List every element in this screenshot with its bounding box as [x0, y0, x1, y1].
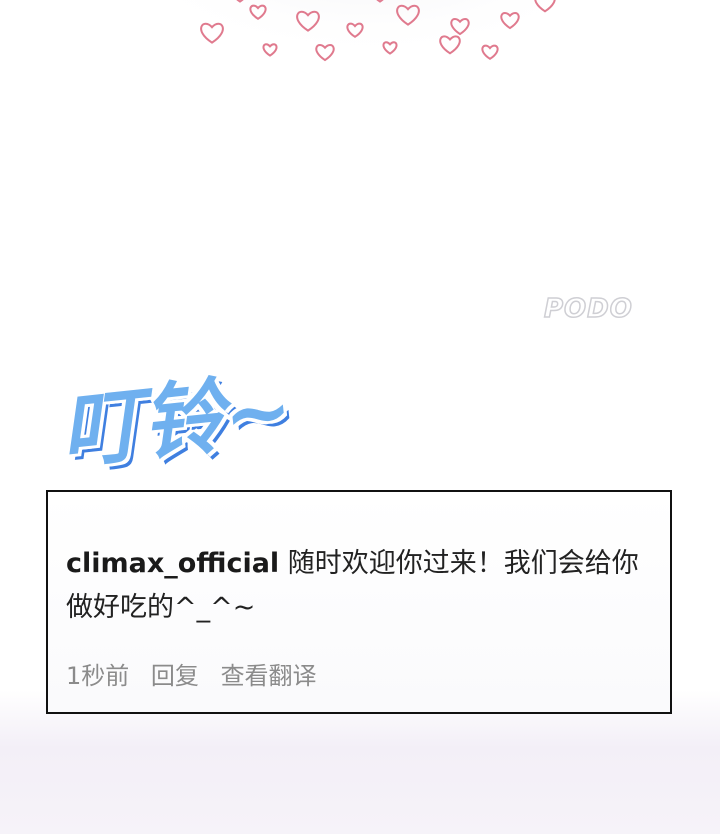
reply-button[interactable]: 回复 — [151, 662, 199, 690]
comment-card: climax_official 随时欢迎你过来！我们会给你做好吃的^_^~ 1秒… — [46, 490, 672, 714]
hearts-decoration — [150, 0, 590, 100]
comment-username[interactable]: climax_official — [66, 548, 279, 579]
comment-meta: 1秒前 回复 查看翻译 — [66, 656, 652, 691]
comment-timestamp: 1秒前 — [66, 662, 130, 690]
sound-effect-text: 叮铃~ — [55, 361, 298, 481]
comment-body: climax_official 随时欢迎你过来！我们会给你做好吃的^_^~ — [66, 542, 652, 630]
see-translation-button[interactable]: 查看翻译 — [221, 662, 317, 690]
watermark-logo: PODO — [543, 293, 633, 325]
